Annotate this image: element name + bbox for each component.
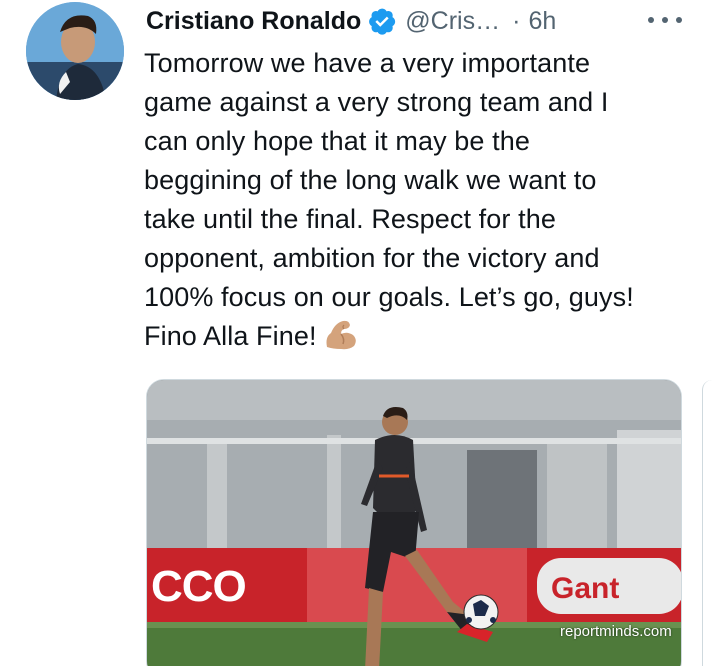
ad-board-right-text: Gant <box>551 572 620 605</box>
image-watermark: reportminds.com <box>560 623 672 640</box>
tweet-text-body: Tomorrow we have a very importante game … <box>144 48 634 351</box>
author-name[interactable]: Cristiano Ronaldo <box>146 7 361 36</box>
tweet-timestamp[interactable]: 6h <box>528 7 556 36</box>
next-card-edge <box>702 380 712 666</box>
tweet[interactable]: Cristiano Ronaldo @Cris… · 6h Tomorrow w… <box>0 0 712 666</box>
verified-badge-icon <box>367 6 397 36</box>
ad-board-left-text: CCO <box>151 562 247 611</box>
tweet-header: Cristiano Ronaldo @Cris… · 6h <box>146 2 556 40</box>
more-horizontal-icon[interactable] <box>648 8 682 32</box>
author-avatar[interactable] <box>26 2 124 100</box>
tweet-text: Tomorrow we have a very importante game … <box>144 44 692 356</box>
header-separator: · <box>512 6 521 35</box>
author-handle[interactable]: @Cris… <box>405 7 500 36</box>
flexed-biceps-emoji-icon <box>323 317 359 353</box>
